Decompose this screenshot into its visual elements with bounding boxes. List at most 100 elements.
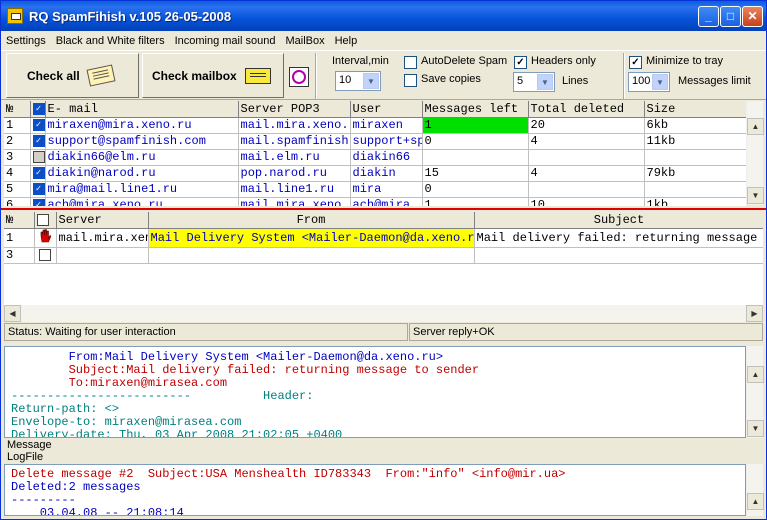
account-number: 1 <box>4 117 30 133</box>
account-email: support@spamfinish.com <box>45 133 238 149</box>
app-icon <box>7 8 23 24</box>
scroll-up-icon[interactable]: ▲ <box>747 118 764 135</box>
interval-value: 10 <box>339 74 351 86</box>
message-row[interactable]: 3 <box>4 247 763 263</box>
headers-only-checkbox[interactable]: ✓ <box>514 56 527 69</box>
scroll-down-icon[interactable]: ▼ <box>747 420 764 437</box>
account-messages-left: 1 <box>422 117 528 133</box>
circle-icon[interactable] <box>289 67 309 87</box>
scroll-up-icon[interactable]: ▲ <box>747 366 764 383</box>
save-copies-checkbox[interactable] <box>404 74 417 87</box>
col-msg-check[interactable] <box>34 212 56 228</box>
message-server: mail.mira.xeno.ru <box>56 228 148 247</box>
message-row[interactable]: 1mail.mira.xeno.ruMail Delivery System <… <box>4 228 763 247</box>
log-line: 03.04.08 -- 21:08:14 <box>11 507 739 516</box>
col-size[interactable]: Size <box>644 101 746 117</box>
checkbox[interactable] <box>33 151 45 163</box>
col-email[interactable]: E- mail <box>45 101 238 117</box>
headers-only-label: Headers only <box>531 55 596 67</box>
maximize-button[interactable]: □ <box>720 6 741 27</box>
interval-select[interactable]: 10 ▼ <box>335 71 381 91</box>
checkbox[interactable]: ✓ <box>33 183 45 195</box>
account-row[interactable]: 5✓mira@mail.line1.rumail.line1.rumira0 <box>4 181 746 197</box>
menu-help[interactable]: Help <box>330 35 363 47</box>
checkbox[interactable]: ✓ <box>33 135 45 147</box>
limit-select[interactable]: 100 ▼ <box>628 72 670 92</box>
checkbox[interactable]: ✓ <box>33 199 45 206</box>
account-row[interactable]: 4✓diakin@narod.rupop.narod.rudiakin15479… <box>4 165 746 181</box>
account-user: diakin66 <box>350 149 422 165</box>
check-all-button[interactable]: Check all <box>6 53 139 98</box>
account-enabled-checkbox[interactable]: ✓ <box>30 133 45 149</box>
scroll-left-icon[interactable]: ◀ <box>4 305 21 322</box>
col-msg-from[interactable]: From <box>148 212 474 228</box>
checkbox[interactable] <box>39 249 51 261</box>
account-row[interactable]: 3diakin66@elm.rumail.elm.rudiakin66 <box>4 149 746 165</box>
message-from: Mail Delivery System <Mailer-Daemon@da.x… <box>148 228 474 247</box>
account-messages-left <box>422 149 528 165</box>
messages-hscrollbar[interactable]: ◀ ▶ <box>4 305 763 322</box>
account-messages-left: 0 <box>422 133 528 149</box>
col-msg-server[interactable]: Server <box>56 212 148 228</box>
col-server[interactable]: Server POP3 <box>238 101 350 117</box>
col-check[interactable]: ✓ <box>30 101 45 117</box>
account-enabled-checkbox[interactable]: ✓ <box>30 197 45 206</box>
accounts-scrollbar[interactable]: ▲ ▼ <box>746 101 763 205</box>
log-view[interactable]: Delete message #2 Subject:USA Menshealth… <box>4 464 746 516</box>
message-line: ------------------------- Header: <box>11 390 739 403</box>
menu-sound[interactable]: Incoming mail sound <box>170 35 281 47</box>
scroll-up-icon[interactable]: ▲ <box>747 493 764 510</box>
account-row[interactable]: 1✓miraxen@mira.xeno.rumail.mira.xeno.rum… <box>4 117 746 133</box>
close-button[interactable]: ✕ <box>742 6 763 27</box>
account-enabled-checkbox[interactable] <box>30 149 45 165</box>
checkbox[interactable]: ✓ <box>33 167 45 179</box>
message-view[interactable]: From:Mail Delivery System <Mailer-Daemon… <box>4 346 746 438</box>
dropdown-arrow-icon[interactable]: ▼ <box>537 74 553 90</box>
server-reply-text: Server reply+OK <box>409 323 763 341</box>
check-mailbox-button[interactable]: Check mailbox <box>142 53 284 98</box>
save-copies-label: Save copies <box>421 73 481 85</box>
menu-filters[interactable]: Black and White filters <box>51 35 170 47</box>
lines-select[interactable]: 5 ▼ <box>513 72 555 92</box>
account-email: diakin66@elm.ru <box>45 149 238 165</box>
col-messages-left[interactable]: Messages left <box>422 101 528 117</box>
col-total-deleted[interactable]: Total deleted <box>528 101 644 117</box>
account-enabled-checkbox[interactable]: ✓ <box>30 165 45 181</box>
col-number[interactable]: № <box>4 101 30 117</box>
select-all-checkbox[interactable]: ✓ <box>33 103 45 115</box>
title-bar[interactable]: RQ SpamFihish v.105 26-05-2008 _ □ ✕ <box>1 1 766 31</box>
account-row[interactable]: 2✓support@spamfinish.commail.spamfinish.… <box>4 133 746 149</box>
message-checkbox[interactable] <box>34 247 56 263</box>
message-scrollbar[interactable]: ▲ ▼ <box>746 346 763 438</box>
col-user[interactable]: User <box>350 101 422 117</box>
limit-value: 100 <box>632 75 650 87</box>
col-msg-subject[interactable]: Subject <box>474 212 763 228</box>
log-scrollbar[interactable]: ▲ <box>746 464 763 516</box>
select-all-messages-checkbox[interactable] <box>37 214 49 226</box>
scroll-right-icon[interactable]: ▶ <box>746 305 763 322</box>
menu-settings[interactable]: Settings <box>1 35 51 47</box>
dropdown-arrow-icon[interactable]: ▼ <box>363 73 379 89</box>
minimize-button[interactable]: _ <box>698 6 719 27</box>
minimize-tray-checkbox[interactable]: ✓ <box>629 56 642 69</box>
window-title: RQ SpamFihish v.105 26-05-2008 <box>29 9 231 24</box>
account-size <box>644 181 746 197</box>
account-enabled-checkbox[interactable]: ✓ <box>30 117 45 133</box>
account-email: miraxen@mira.xeno.ru <box>45 117 238 133</box>
message-subject: Mail delivery failed: returning message … <box>474 228 763 247</box>
account-total-deleted: 4 <box>528 165 644 181</box>
splitter-line[interactable] <box>1 208 766 210</box>
account-user: miraxen <box>350 117 422 133</box>
account-row[interactable]: 6✓ach@mira.xeno.rumail.mira.xeno.ruach@m… <box>4 197 746 206</box>
checkbox[interactable]: ✓ <box>33 119 45 131</box>
account-enabled-checkbox[interactable]: ✓ <box>30 181 45 197</box>
account-user: support+spamfinish.com <box>350 133 422 149</box>
limit-label: Messages limit <box>678 75 751 87</box>
account-number: 4 <box>4 165 30 181</box>
col-msg-number[interactable]: № <box>4 212 34 228</box>
dropdown-arrow-icon[interactable]: ▼ <box>652 74 668 90</box>
scroll-down-icon[interactable]: ▼ <box>747 187 764 204</box>
autodelete-checkbox[interactable] <box>404 56 417 69</box>
menu-mailbox[interactable]: MailBox <box>280 35 329 47</box>
spam-hand-icon[interactable] <box>34 228 56 247</box>
